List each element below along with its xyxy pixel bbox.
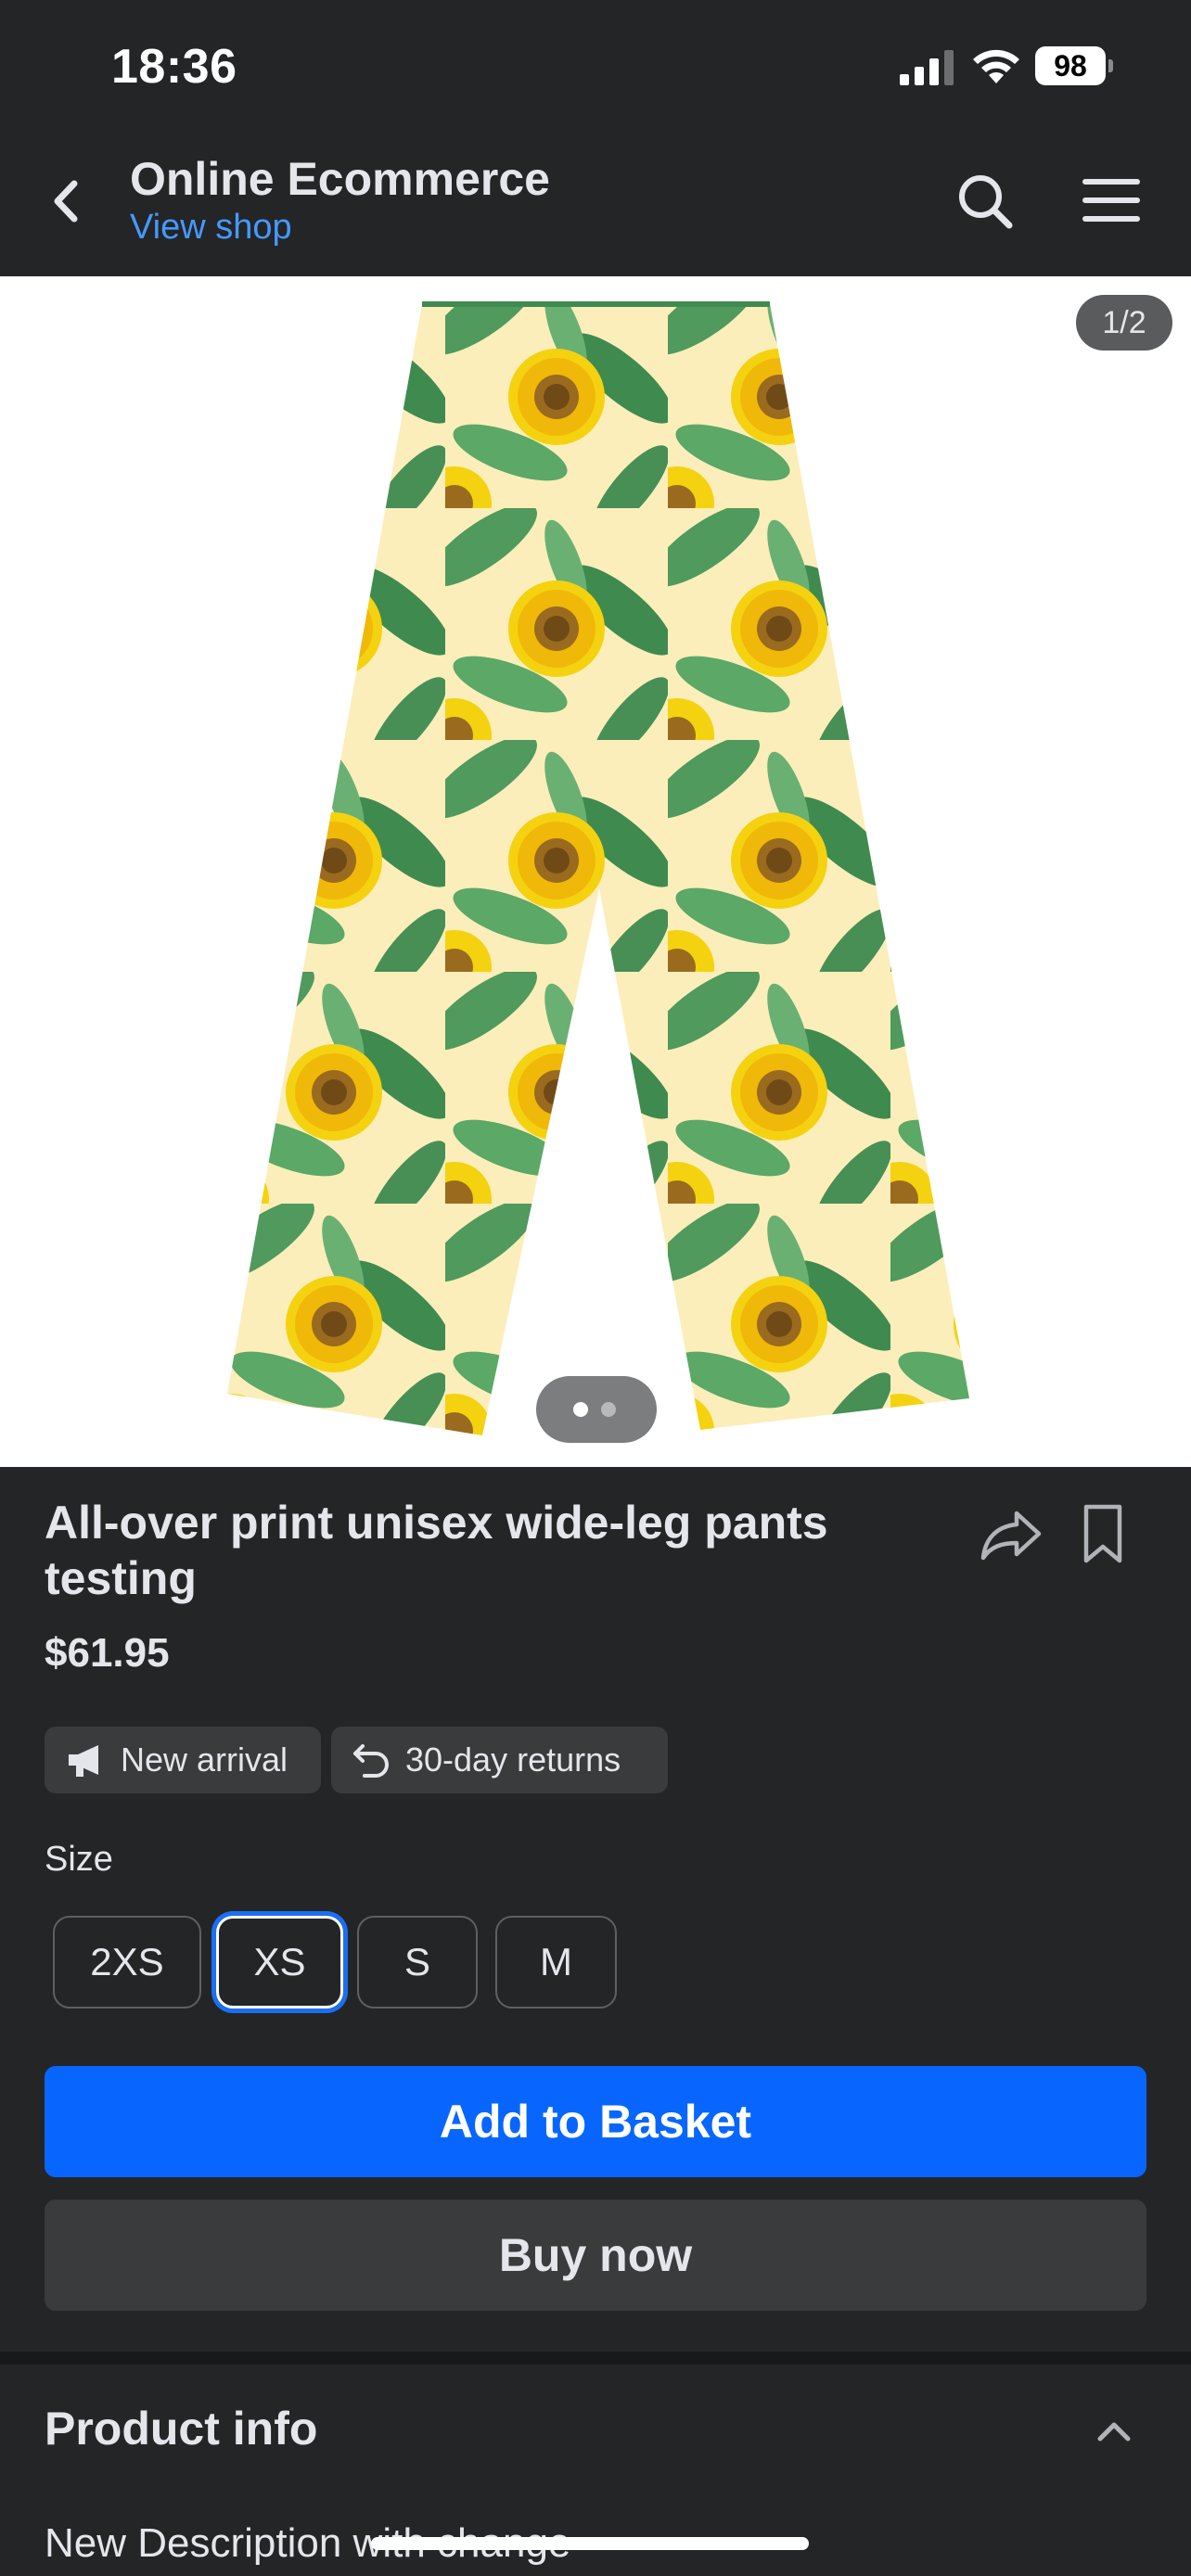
search-icon bbox=[959, 175, 1013, 229]
chevron-up-icon bbox=[1097, 2422, 1131, 2442]
image-pager[interactable] bbox=[536, 1376, 657, 1443]
back-button[interactable] bbox=[37, 169, 93, 234]
product-image bbox=[227, 301, 969, 1435]
image-counter: 1/2 bbox=[1076, 295, 1172, 351]
cellular-signal-icon bbox=[900, 48, 957, 85]
wifi-icon bbox=[970, 46, 1022, 85]
size-option-s[interactable]: S bbox=[357, 1916, 478, 2009]
home-indicator[interactable] bbox=[371, 2537, 809, 2550]
chevron-left-icon bbox=[54, 180, 78, 223]
pager-dot-active[interactable] bbox=[573, 1402, 588, 1417]
badge-returns: 30-day returns bbox=[331, 1727, 668, 1793]
status-bar: 18:36 98 bbox=[0, 0, 1191, 130]
app-header: Online Ecommerce View shop bbox=[0, 130, 1191, 276]
hamburger-menu-icon bbox=[1082, 179, 1140, 222]
buy-now-button[interactable]: Buy now bbox=[45, 2200, 1146, 2311]
battery-level: 98 bbox=[1035, 46, 1106, 85]
add-to-basket-button[interactable]: Add to Basket bbox=[45, 2066, 1146, 2177]
pager-dot[interactable] bbox=[601, 1402, 616, 1417]
search-button[interactable] bbox=[954, 167, 1017, 237]
badge-label: 30-day returns bbox=[405, 1741, 621, 1779]
share-button[interactable] bbox=[980, 1508, 1043, 1562]
size-option-xs-selected[interactable]: XS bbox=[216, 1916, 343, 2009]
share-icon bbox=[980, 1511, 1042, 1561]
size-label: Size bbox=[45, 1840, 113, 1879]
megaphone-icon bbox=[69, 1745, 98, 1777]
view-shop-link[interactable]: View shop bbox=[130, 208, 292, 248]
size-option-m[interactable]: M bbox=[495, 1916, 617, 2009]
save-button[interactable] bbox=[1080, 1502, 1126, 1565]
product-info-title: Product info bbox=[45, 2403, 318, 2455]
product-price: $61.95 bbox=[45, 1630, 170, 1676]
shop-title: Online Ecommerce bbox=[130, 153, 550, 205]
badge-label: New arrival bbox=[121, 1741, 288, 1779]
size-option-2xs[interactable]: 2XS bbox=[53, 1916, 201, 2009]
return-arrow-icon bbox=[353, 1744, 389, 1778]
section-divider bbox=[0, 2352, 1191, 2365]
collapse-product-info-button[interactable] bbox=[1091, 2411, 1137, 2452]
bookmark-icon bbox=[1083, 1504, 1122, 1563]
product-title: All-over print unisex wide-leg pants tes… bbox=[45, 1497, 828, 1604]
menu-button[interactable] bbox=[1078, 171, 1145, 230]
product-image-gallery[interactable]: 1/2 bbox=[0, 276, 1191, 1467]
badge-new-arrival: New arrival bbox=[45, 1727, 321, 1793]
battery-indicator: 98 bbox=[1035, 46, 1113, 85]
battery-nub bbox=[1108, 59, 1113, 72]
status-time: 18:36 bbox=[111, 40, 237, 94]
